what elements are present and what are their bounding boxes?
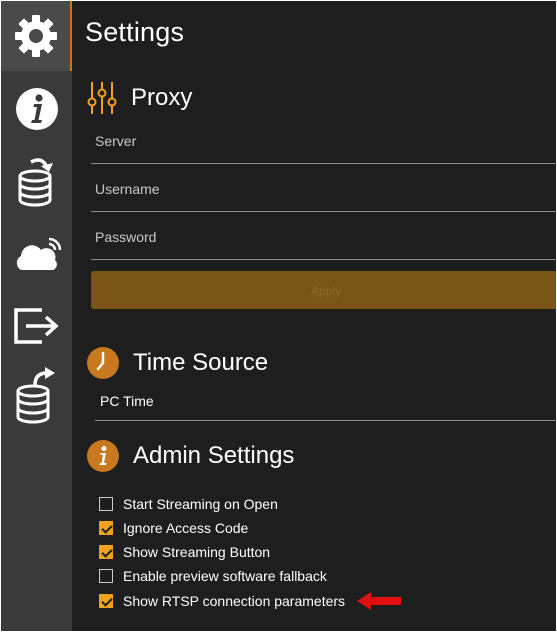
proxy-section-title: Proxy bbox=[131, 84, 193, 111]
option-start-streaming[interactable]: Start Streaming on Open bbox=[99, 496, 278, 512]
preview-fallback-checkbox[interactable] bbox=[99, 569, 113, 583]
page-title: Settings bbox=[85, 17, 185, 47]
option-preview-fallback[interactable]: Enable preview software fallback bbox=[99, 568, 327, 584]
start-streaming-checkbox[interactable] bbox=[99, 497, 113, 511]
sidebar-item-exit[interactable] bbox=[1, 291, 72, 361]
info-circle-icon bbox=[87, 440, 119, 472]
database-import-icon bbox=[18, 158, 53, 207]
option-show-streaming-button[interactable]: Show Streaming Button bbox=[99, 544, 270, 560]
show-streaming-button-label: Show Streaming Button bbox=[123, 544, 271, 560]
preview-fallback-label: Enable preview software fallback bbox=[123, 568, 327, 584]
annotation-arrow-icon bbox=[357, 592, 402, 610]
apply-button[interactable]: Apply bbox=[91, 271, 556, 309]
database-export-icon bbox=[16, 367, 55, 424]
sidebar-item-settings[interactable] bbox=[1, 1, 72, 71]
ignore-access-code-label: Ignore Access Code bbox=[123, 520, 249, 536]
proxy-section-header: Proxy bbox=[87, 81, 192, 115]
info-icon bbox=[15, 88, 58, 130]
sliders-icon bbox=[87, 82, 117, 114]
clock-icon bbox=[87, 347, 119, 379]
time-source-underline bbox=[95, 420, 556, 421]
app-window: Settings Proxy Apply bbox=[1, 1, 556, 631]
option-show-rtsp[interactable]: Show RTSP connection parameters bbox=[99, 592, 403, 610]
server-input[interactable] bbox=[93, 132, 547, 150]
ignore-access-code-checkbox[interactable] bbox=[99, 521, 113, 535]
sidebar bbox=[1, 1, 72, 631]
admin-section-header: Admin Settings bbox=[87, 440, 294, 472]
gear-icon bbox=[14, 15, 57, 57]
show-rtsp-checkbox[interactable] bbox=[99, 594, 113, 608]
username-field[interactable] bbox=[91, 172, 556, 212]
password-field[interactable] bbox=[91, 220, 556, 260]
server-field[interactable] bbox=[91, 124, 556, 164]
time-source-value[interactable]: PC Time bbox=[100, 393, 154, 409]
sidebar-item-export[interactable] bbox=[1, 361, 72, 431]
start-streaming-label: Start Streaming on Open bbox=[123, 496, 278, 512]
password-input[interactable] bbox=[93, 228, 547, 246]
settings-panel: Settings Proxy Apply bbox=[72, 1, 556, 631]
show-streaming-button-checkbox[interactable] bbox=[99, 545, 113, 559]
time-source-section-header: Time Source bbox=[87, 347, 268, 379]
admin-section-title: Admin Settings bbox=[133, 442, 295, 469]
sidebar-item-cloud[interactable] bbox=[1, 221, 72, 291]
cloud-wifi-icon bbox=[16, 237, 61, 270]
exit-icon bbox=[13, 308, 59, 344]
time-source-section-title: Time Source bbox=[133, 349, 269, 376]
sidebar-item-info[interactable] bbox=[1, 74, 72, 144]
username-input[interactable] bbox=[93, 180, 547, 198]
option-ignore-access-code[interactable]: Ignore Access Code bbox=[99, 520, 248, 536]
sidebar-item-import[interactable] bbox=[1, 146, 72, 216]
show-rtsp-label: Show RTSP connection parameters bbox=[123, 593, 346, 609]
